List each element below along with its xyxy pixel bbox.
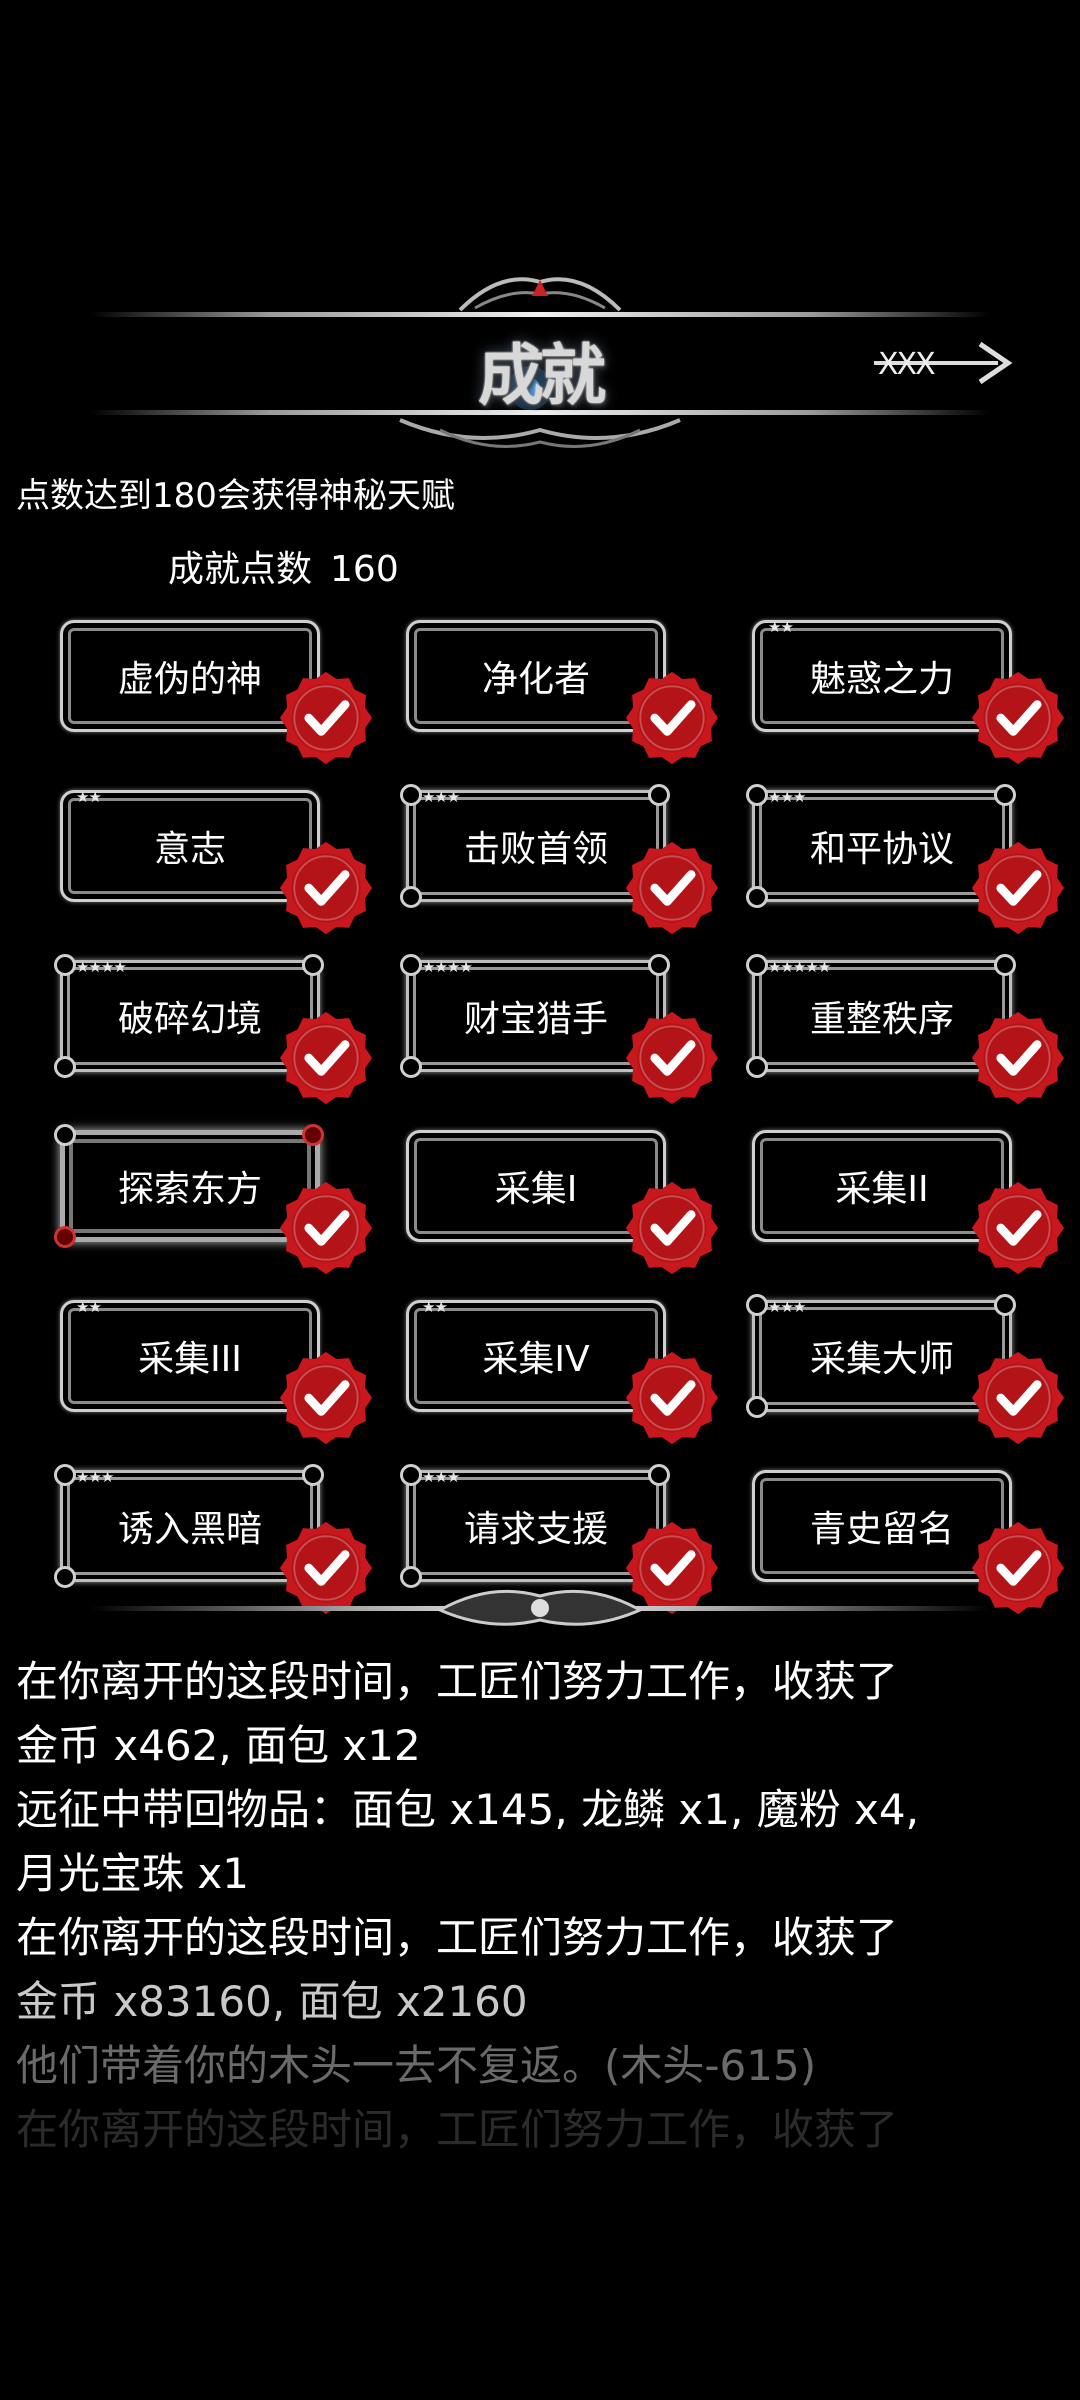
check-seal-icon bbox=[625, 1011, 719, 1105]
log-line: 远征中带回物品：面包 x145, 龙鳞 x1, 魔粉 x4, bbox=[16, 1785, 919, 1834]
check-seal-icon bbox=[279, 1351, 373, 1445]
completed-seal bbox=[278, 670, 374, 766]
achievement-card[interactable]: ★★ 采集III bbox=[60, 1292, 373, 1445]
points-label: 成就点数 bbox=[168, 549, 313, 590]
check-seal-icon bbox=[971, 1011, 1065, 1105]
achievement-card[interactable]: ★★★ 击败首领 bbox=[400, 782, 719, 935]
completed-seal bbox=[624, 670, 720, 766]
back-label: XXX bbox=[878, 347, 935, 382]
check-seal-icon bbox=[971, 841, 1065, 935]
achievement-card[interactable]: ★★ 魅惑之力 bbox=[752, 612, 1065, 765]
check-seal-icon bbox=[625, 1181, 719, 1275]
log-line: 月光宝珠 x1 bbox=[16, 1849, 249, 1898]
check-seal-icon bbox=[971, 1351, 1065, 1445]
check-seal-icon bbox=[625, 1351, 719, 1445]
achievement-card[interactable]: 探索东方 bbox=[54, 1122, 373, 1275]
achievement-card[interactable]: 采集II bbox=[752, 1122, 1065, 1275]
check-seal-icon bbox=[279, 671, 373, 765]
achievement-card[interactable]: ★★★ 请求支援 bbox=[400, 1462, 719, 1615]
achievement-card[interactable]: ★★ 意志 bbox=[60, 782, 373, 935]
page-title: 成就 bbox=[478, 336, 606, 414]
check-seal-icon bbox=[279, 841, 373, 935]
achievement-card[interactable]: ★★★ 和平协议 bbox=[746, 782, 1065, 935]
log-line: 在你离开的这段时间，工匠们努力工作，收获了 bbox=[16, 1657, 899, 1706]
log-line: 在你离开的这段时间，工匠们努力工作，收获了 bbox=[16, 2105, 899, 2154]
completed-seal bbox=[624, 1180, 720, 1276]
back-button[interactable]: XXX bbox=[868, 330, 1018, 396]
completed-seal bbox=[970, 1180, 1066, 1276]
completed-seal bbox=[278, 1180, 374, 1276]
divider-ornament bbox=[90, 1589, 990, 1626]
check-seal-icon bbox=[279, 1181, 373, 1275]
completed-seal bbox=[970, 1010, 1066, 1106]
log-line: 他们带着你的木头一去不复返。(木头-615) bbox=[16, 2041, 817, 2090]
hint-text: 点数达到180会获得神秘天赋 bbox=[16, 476, 455, 516]
completed-seal bbox=[970, 840, 1066, 936]
completed-seal bbox=[624, 1350, 720, 1446]
check-seal-icon bbox=[971, 1181, 1065, 1275]
completed-seal bbox=[278, 1010, 374, 1106]
completed-seal bbox=[970, 670, 1066, 766]
achievement-points: 成就点数 160 bbox=[168, 540, 399, 592]
achievement-card[interactable]: ★★★★ 财宝猎手 bbox=[400, 952, 719, 1105]
achievement-card[interactable]: ★★★★ 破碎幻境 bbox=[54, 952, 373, 1105]
check-seal-icon bbox=[279, 1011, 373, 1105]
points-value: 160 bbox=[330, 549, 399, 590]
completed-seal bbox=[624, 840, 720, 936]
achievement-card[interactable]: 虚伪的神 bbox=[60, 612, 373, 765]
completed-seal bbox=[970, 1350, 1066, 1446]
log-line: 在你离开的这段时间，工匠们努力工作，收获了 bbox=[16, 1913, 899, 1962]
achievement-card[interactable]: 采集I bbox=[406, 1122, 719, 1275]
completed-seal bbox=[624, 1010, 720, 1106]
check-seal-icon bbox=[625, 671, 719, 765]
check-seal-icon bbox=[625, 841, 719, 935]
achievement-card[interactable]: ★★★ 采集大师 bbox=[746, 1292, 1065, 1445]
achievement-card[interactable]: 净化者 bbox=[406, 612, 719, 765]
achievement-card[interactable]: ★★★★★ 重整秩序 bbox=[746, 952, 1065, 1105]
completed-seal bbox=[278, 840, 374, 936]
achievement-card[interactable]: 青史留名 bbox=[752, 1462, 1065, 1615]
event-log: 在你离开的这段时间，工匠们努力工作，收获了 金币 x462, 面包 x12 远征… bbox=[16, 1650, 1066, 2162]
achievement-card[interactable]: ★★★ 诱入黑暗 bbox=[54, 1462, 373, 1615]
completed-seal bbox=[278, 1350, 374, 1446]
log-line: 金币 x83160, 面包 x2160 bbox=[16, 1977, 528, 2026]
log-line: 金币 x462, 面包 x12 bbox=[16, 1721, 421, 1770]
check-seal-icon bbox=[971, 671, 1065, 765]
arrow-back-icon: XXX bbox=[874, 341, 1013, 385]
achievement-card[interactable]: ★★ 采集IV bbox=[406, 1292, 719, 1445]
